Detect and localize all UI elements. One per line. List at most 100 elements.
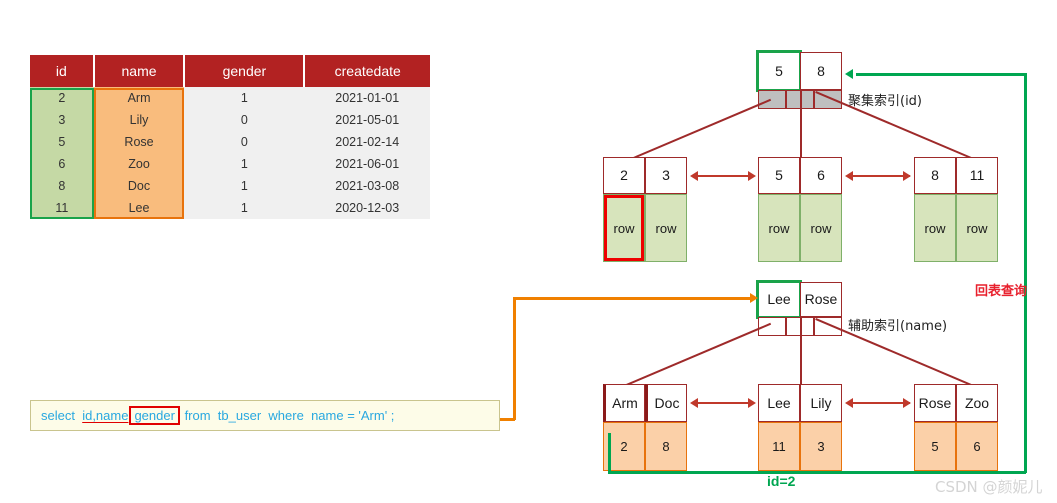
clustered-sibling-arrow-left-1 bbox=[690, 171, 698, 181]
cell-createdate: 2021-05-01 bbox=[304, 109, 430, 131]
query-flow-horizontal bbox=[513, 297, 753, 300]
lookup-flow-top bbox=[856, 73, 1026, 76]
clustered-root-key-1[interactable]: 8 bbox=[800, 52, 842, 90]
secondary-leaf1-key-0[interactable]: Arm bbox=[603, 384, 645, 422]
cell-name: Lily bbox=[93, 109, 185, 131]
clustered-leaf3-keys: 8 11 bbox=[914, 157, 998, 194]
cell-gender: 0 bbox=[184, 109, 305, 131]
clustered-leaf2-row-1[interactable]: row bbox=[800, 194, 842, 262]
cell-createdate: 2021-02-14 bbox=[304, 131, 430, 153]
secondary-sibling-arrow-right-2 bbox=[903, 398, 911, 408]
sql-keyword-where: where bbox=[268, 408, 304, 423]
secondary-leaf-node-2: Lee Lily 11 3 bbox=[758, 384, 842, 471]
sql-condition: name = 'Arm' ; bbox=[311, 408, 395, 423]
csdn-watermark: CSDN @颜妮儿 bbox=[935, 478, 1043, 496]
secondary-leaf1-key-1[interactable]: Doc bbox=[645, 384, 687, 422]
secondary-leaf2-row-0[interactable]: 11 bbox=[758, 422, 800, 471]
secondary-sibling-link-2 bbox=[848, 402, 910, 404]
cell-id: 5 bbox=[30, 131, 94, 153]
clustered-leaf3-key-0[interactable]: 8 bbox=[914, 157, 956, 194]
secondary-sibling-arrow-left-1 bbox=[690, 398, 698, 408]
cell-createdate: 2021-06-01 bbox=[304, 153, 430, 175]
secondary-leaf-node-3: Rose Zoo 5 6 bbox=[914, 384, 998, 471]
cell-name: Zoo bbox=[93, 153, 185, 175]
secondary-leaf3-key-0[interactable]: Rose bbox=[914, 384, 956, 422]
cell-name: Arm bbox=[93, 87, 185, 109]
lookup-flow-right-vertical bbox=[1024, 73, 1027, 473]
cell-gender: 0 bbox=[184, 131, 305, 153]
table-row: 2 Arm 1 2021-01-01 bbox=[30, 87, 430, 109]
secondary-sibling-link-1 bbox=[694, 402, 754, 404]
cell-id: 3 bbox=[30, 109, 94, 131]
cell-id: 11 bbox=[30, 197, 94, 219]
clustered-leaf1-key-0[interactable]: 2 bbox=[603, 157, 645, 194]
secondary-root-key-1[interactable]: Rose bbox=[800, 282, 842, 317]
secondary-leaf-node-1: Arm Doc 2 8 bbox=[603, 384, 687, 471]
lookup-flow-start-vertical bbox=[608, 433, 611, 473]
clustered-leaf3-row-1[interactable]: row bbox=[956, 194, 998, 262]
secondary-leaf3-key-1[interactable]: Zoo bbox=[956, 384, 998, 422]
secondary-leaf2-row-1[interactable]: 3 bbox=[800, 422, 842, 471]
user-data-table: id name gender createdate 2 Arm 1 2021-0… bbox=[30, 55, 430, 219]
clustered-leaf1-row-0[interactable]: row bbox=[603, 194, 645, 262]
clustered-leaf3-row-0[interactable]: row bbox=[914, 194, 956, 262]
secondary-leaf2-data: 11 3 bbox=[758, 422, 842, 471]
clustered-sibling-arrow-right-2 bbox=[903, 171, 911, 181]
sql-keyword-from: from bbox=[184, 408, 211, 423]
table-row: 5 Rose 0 2021-02-14 bbox=[30, 131, 430, 153]
cell-gender: 1 bbox=[184, 175, 305, 197]
clustered-leaf-node-3: 8 11 row row bbox=[914, 157, 998, 262]
query-flow-vertical bbox=[513, 297, 516, 420]
clustered-sibling-arrow-left-2 bbox=[845, 171, 853, 181]
lookup-query-label: 回表查询 bbox=[975, 284, 1028, 299]
clustered-leaf3-data: row row bbox=[914, 194, 998, 262]
clustered-root-key-0[interactable]: 5 bbox=[756, 50, 802, 92]
secondary-sibling-arrow-left-2 bbox=[845, 398, 853, 408]
clustered-leaf3-key-1[interactable]: 11 bbox=[956, 157, 998, 194]
query-flow-arrow bbox=[750, 293, 758, 303]
secondary-root-keys: Lee Rose bbox=[756, 280, 842, 319]
clustered-leaf1-row-1[interactable]: row bbox=[645, 194, 687, 262]
cell-createdate: 2020-12-03 bbox=[304, 197, 430, 219]
clustered-leaf1-keys: 2 3 bbox=[603, 157, 687, 194]
clustered-sibling-arrow-right-1 bbox=[748, 171, 756, 181]
column-header-id: id bbox=[30, 55, 95, 87]
cell-id: 2 bbox=[30, 87, 94, 109]
sql-query-box[interactable]: select id,name gender from tb_user where … bbox=[30, 400, 500, 431]
cell-name: Doc bbox=[93, 175, 185, 197]
secondary-leaf2-key-1[interactable]: Lily bbox=[800, 384, 842, 422]
id-equals-label: id=2 bbox=[767, 473, 796, 489]
clustered-leaf2-data: row row bbox=[758, 194, 842, 262]
table-row: 6 Zoo 1 2021-06-01 bbox=[30, 153, 430, 175]
secondary-leaf2-key-0[interactable]: Lee bbox=[758, 384, 800, 422]
clustered-root-pointer-0[interactable] bbox=[758, 90, 786, 109]
cell-name: Rose bbox=[93, 131, 185, 153]
clustered-index-label: 聚集索引(id) bbox=[848, 94, 923, 109]
clustered-sibling-link-2 bbox=[848, 175, 910, 177]
lookup-flow-arrow bbox=[845, 69, 853, 79]
cell-createdate: 2021-01-01 bbox=[304, 87, 430, 109]
table-row: 3 Lily 0 2021-05-01 bbox=[30, 109, 430, 131]
table-row: 8 Doc 1 2021-03-08 bbox=[30, 175, 430, 197]
cell-gender: 1 bbox=[184, 87, 305, 109]
clustered-leaf2-row-0[interactable]: row bbox=[758, 194, 800, 262]
secondary-leaf3-row-0[interactable]: 5 bbox=[914, 422, 956, 471]
cell-name: Lee bbox=[93, 197, 185, 219]
secondary-leaf3-row-1[interactable]: 6 bbox=[956, 422, 998, 471]
sql-table-name: tb_user bbox=[217, 408, 262, 423]
secondary-leaf2-keys: Lee Lily bbox=[758, 384, 842, 422]
secondary-leaf1-keys: Arm Doc bbox=[603, 384, 687, 422]
clustered-leaf2-keys: 5 6 bbox=[758, 157, 842, 194]
clustered-leaf2-key-1[interactable]: 6 bbox=[800, 157, 842, 194]
secondary-root-key-0[interactable]: Lee bbox=[756, 280, 802, 319]
secondary-leaf3-data: 5 6 bbox=[914, 422, 998, 471]
clustered-leaf2-key-0[interactable]: 5 bbox=[758, 157, 800, 194]
cell-gender: 1 bbox=[184, 197, 305, 219]
secondary-sibling-arrow-right-1 bbox=[748, 398, 756, 408]
secondary-leaf1-row-1[interactable]: 8 bbox=[645, 422, 687, 471]
secondary-edge-left bbox=[612, 322, 771, 392]
secondary-index-label: 辅助索引(name) bbox=[848, 319, 948, 334]
clustered-leaf-node-2: 5 6 row row bbox=[758, 157, 842, 262]
clustered-leaf1-key-1[interactable]: 3 bbox=[645, 157, 687, 194]
column-header-createdate: createdate bbox=[304, 55, 430, 87]
